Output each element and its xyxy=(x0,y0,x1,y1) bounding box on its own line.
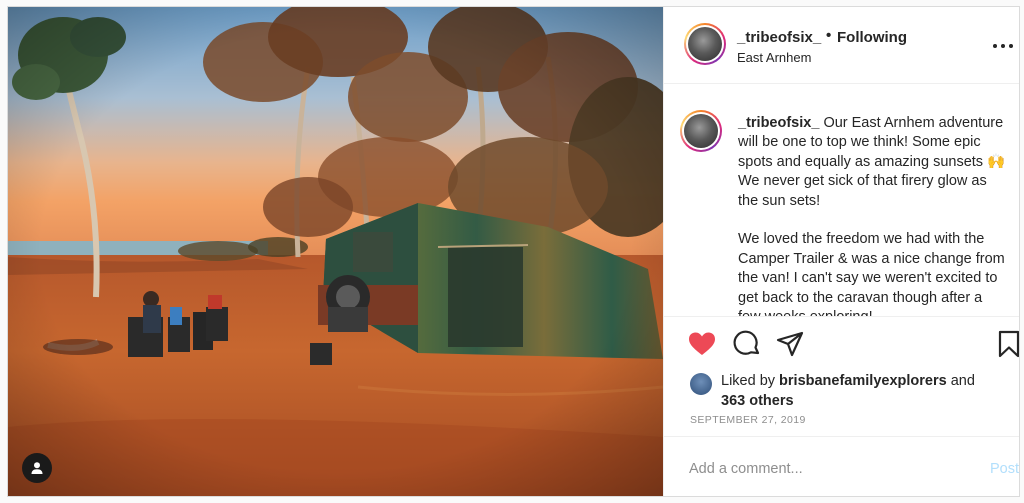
comment-input[interactable]: Add a comment... xyxy=(689,461,803,477)
comment-icon xyxy=(733,330,760,355)
heart-filled-icon xyxy=(689,332,715,355)
location-link[interactable]: East Arnhem xyxy=(737,50,811,65)
camping-sunset-photo xyxy=(8,7,663,496)
post-side-panel: _tribeofsix_ • Following East Arnhem _tr… xyxy=(663,7,1019,496)
more-options-icon[interactable] xyxy=(993,41,1015,51)
likes-line-1: Liked by brisbanefamilyexplorers and xyxy=(721,373,975,389)
post-photo[interactable] xyxy=(8,7,663,496)
caption-username[interactable]: _tribeofsix_ xyxy=(738,115,819,131)
other-likes-link[interactable]: 363 others xyxy=(721,393,794,409)
bookmark-icon xyxy=(998,330,1019,358)
liker-username[interactable]: brisbanefamilyexplorers xyxy=(779,373,947,389)
following-button[interactable]: Following xyxy=(837,29,907,46)
comments-section[interactable]: _tribeofsix_ Our East Arnhem adventure w… xyxy=(664,84,1019,317)
header-separator: • xyxy=(826,27,832,44)
post-caption: _tribeofsix_ Our East Arnhem adventure w… xyxy=(738,114,1008,316)
caption-text-2: We loved the freedom we had with the Cam… xyxy=(738,231,1005,316)
save-button[interactable] xyxy=(994,329,1019,359)
share-button[interactable] xyxy=(775,329,805,359)
page: _tribeofsix_ • Following East Arnhem _tr… xyxy=(0,0,1024,503)
liked-by-prefix: Liked by xyxy=(721,373,776,389)
person-icon xyxy=(31,462,43,474)
caption-avatar[interactable] xyxy=(680,110,722,152)
share-icon xyxy=(776,331,804,357)
author-avatar[interactable] xyxy=(684,23,726,65)
author-username[interactable]: _tribeofsix_ xyxy=(737,29,821,46)
instagram-post: _tribeofsix_ • Following East Arnhem _tr… xyxy=(7,6,1020,497)
action-bar xyxy=(664,319,1019,369)
comment-bar: Add a comment... Post xyxy=(664,436,1019,496)
like-button[interactable] xyxy=(687,329,717,359)
likes-line-2: 363 others xyxy=(721,393,794,409)
tagged-users-button[interactable] xyxy=(22,453,52,483)
post-date[interactable]: SEPTEMBER 27, 2019 xyxy=(690,414,806,426)
likes-conjunction: and xyxy=(950,373,975,389)
comment-button[interactable] xyxy=(732,329,762,359)
post-header: _tribeofsix_ • Following East Arnhem xyxy=(664,7,1019,84)
liker-avatar[interactable] xyxy=(690,373,712,395)
post-comment-button[interactable]: Post xyxy=(990,461,1019,477)
